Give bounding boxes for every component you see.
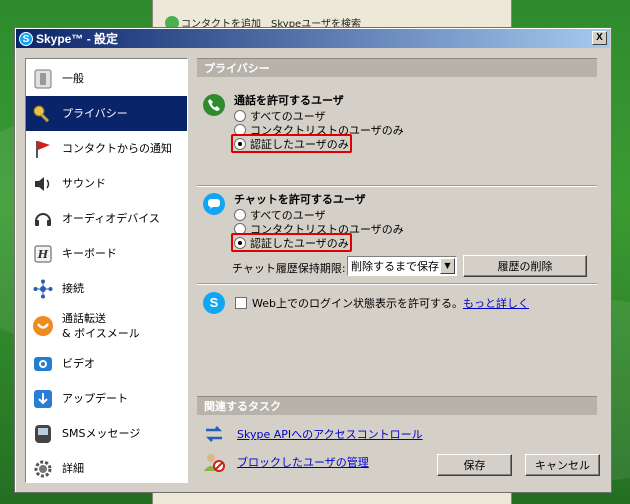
blocked-user-icon (203, 452, 225, 472)
update-icon (32, 388, 54, 410)
svg-text:H: H (37, 248, 49, 261)
cancel-button[interactable]: キャンセル (525, 454, 600, 476)
settings-sidebar: 一般 プライバシー コンタクトからの通知 サウンド オーディオデバイス H キー… (25, 58, 188, 483)
sidebar-item-privacy[interactable]: プライバシー (26, 96, 187, 131)
privacy-header: プライバシー (197, 58, 597, 77)
dialog-title: Skype™ - 設定 (36, 32, 119, 46)
web-status-label: Web上でのログイン状態表示を許可する。 (252, 297, 463, 310)
calls-title: 通話を許可するユーザ (234, 94, 344, 107)
chat-history-select[interactable]: 削除するまで保存 ▼ (347, 256, 457, 276)
privacy-panel: プライバシー 通話を許可するユーザ すべてのユーザ コンタクトリストのユーザのみ… (197, 58, 597, 472)
options-dialog: S Skype™ - 設定 X 一般 プライバシー コンタクトからの通知 サウン… (14, 27, 612, 493)
sidebar-item-video[interactable]: ビデオ (26, 346, 187, 381)
calls-highlight-box (231, 134, 352, 153)
clear-history-button[interactable]: 履歴の削除 (463, 255, 587, 277)
sidebar-item-contact-notifications[interactable]: コンタクトからの通知 (26, 131, 187, 166)
switch-icon (32, 68, 54, 90)
sidebar-item-general[interactable]: 一般 (26, 61, 187, 96)
chat-option-all[interactable]: すべてのユーザ (234, 208, 326, 222)
background-toolbar: コンタクトを追加 Skypeユーザを検索 (165, 0, 361, 30)
sidebar-item-sound[interactable]: サウンド (26, 166, 187, 201)
sidebar-item-update[interactable]: アップデート (26, 381, 187, 416)
gear-icon (32, 458, 54, 480)
dialog-titlebar[interactable]: S Skype™ - 設定 X (16, 29, 610, 48)
chat-highlight-box (231, 233, 352, 252)
sidebar-item-sms[interactable]: SMSメッセージ (26, 416, 187, 451)
web-status-checkbox[interactable] (235, 297, 247, 309)
sidebar-item-audio-devices[interactable]: オーディオデバイス (26, 201, 187, 236)
more-info-link[interactable]: もっと詳しく (463, 295, 529, 311)
voicemail-icon (32, 315, 54, 337)
keyboard-h-icon: H (32, 243, 54, 265)
task-blocked-users[interactable]: ブロックしたユーザの管理 (203, 452, 369, 472)
headset-icon (32, 208, 54, 230)
chat-title: チャットを許可するユーザ (234, 193, 366, 206)
close-button[interactable]: X (592, 31, 607, 45)
api-arrows-icon (203, 424, 225, 444)
radio-button[interactable] (234, 209, 246, 221)
speaker-icon (32, 173, 54, 195)
save-button[interactable]: 保存 (437, 454, 512, 476)
skype-logo-icon: S (203, 292, 225, 314)
section-divider (197, 283, 597, 285)
skype-logo-icon: S (19, 31, 33, 46)
flag-icon (32, 138, 54, 160)
web-status-row: Web上でのログイン状態表示を許可する。 もっと詳しく (235, 295, 529, 311)
camera-icon (32, 353, 54, 375)
sidebar-item-keyboard[interactable]: H キーボード (26, 236, 187, 271)
key-icon (32, 103, 54, 125)
radio-button[interactable] (234, 110, 246, 122)
related-tasks-header: 関連するタスク (197, 396, 597, 415)
chat-history-label: チャット履歴保持期限: (232, 262, 346, 275)
network-icon (32, 278, 54, 300)
sms-icon (32, 423, 54, 445)
sidebar-item-advanced[interactable]: 詳細 (26, 451, 187, 486)
sidebar-item-call-forwarding[interactable]: 通話転送 & ボイスメール (26, 306, 187, 346)
calls-option-all[interactable]: すべてのユーザ (234, 109, 326, 123)
calls-group: 通話を許可するユーザ すべてのユーザ コンタクトリストのユーザのみ 認証したユー… (197, 88, 597, 178)
phone-icon (203, 94, 225, 116)
task-api-access[interactable]: Skype APIへのアクセスコントロール (203, 424, 423, 444)
chevron-down-icon[interactable]: ▼ (440, 258, 455, 274)
section-divider (197, 185, 597, 187)
sidebar-item-connection[interactable]: 接続 (26, 271, 187, 306)
chat-bubble-icon (203, 193, 225, 215)
